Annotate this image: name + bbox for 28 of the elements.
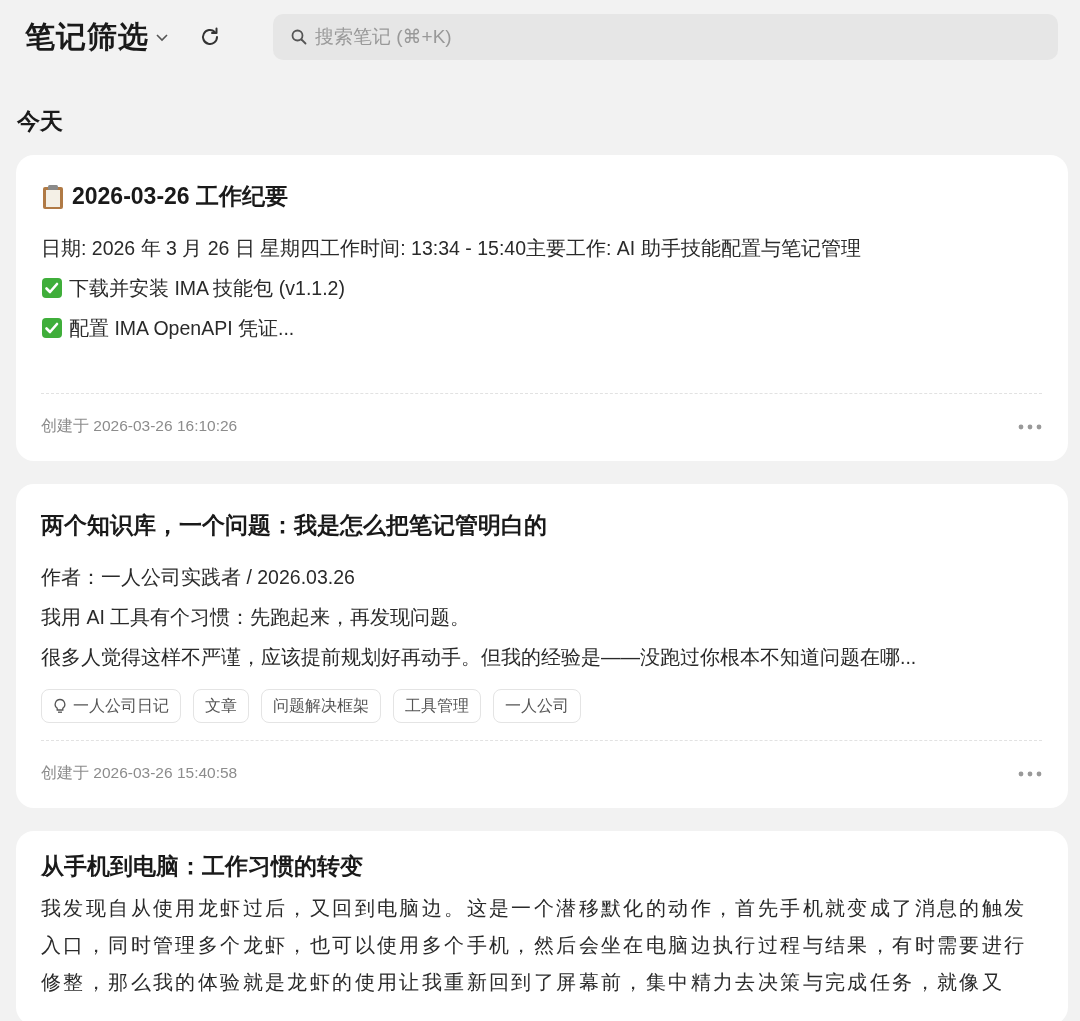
- refresh-icon[interactable]: [199, 26, 221, 48]
- section-heading: 今天: [17, 107, 64, 136]
- check-icon: [41, 277, 63, 299]
- tag-chip[interactable]: 问题解决框架: [261, 689, 381, 723]
- tag-chip[interactable]: 一人公司: [493, 689, 581, 723]
- note-line: 下载并安装 IMA 技能包 (v1.1.2): [69, 276, 345, 301]
- created-time: 创建于 2026-03-26 15:40:58: [41, 763, 238, 783]
- note-line: 我用 AI 工具有个习惯：先跑起来，再发现问题。: [41, 605, 471, 630]
- lightbulb-icon: [53, 698, 67, 714]
- note-line: 配置 IMA OpenAPI 凭证...: [69, 316, 295, 341]
- note-line: 日期: 2026 年 3 月 26 日 星期四工作时间: 13:34 - 15:40主要工作: AI 助手技能配置与笔记管理: [41, 236, 861, 261]
- created-time: 创建于 2026-03-26 16:10:26: [41, 416, 238, 436]
- note-title[interactable]: 两个知识库，一个问题：我是怎么把笔记管明白的: [41, 510, 547, 541]
- note-paragraph: 我发现自从使用龙虾过后，又回到电脑边。这是一个潜移默化的动作，首先手机就变成了消息的触发入口，同时管理多个龙虾，也可以使用多个手机，然后会坐在电脑边执行过程与结果，有时需要进行修整，那么我的体验就是龙虾的使用让我重新回到了屏幕前，集中精力去决策与完成任务，就像又: [41, 896, 1028, 995]
- tag-chip[interactable]: 一人公司日记: [41, 689, 181, 723]
- note-title[interactable]: 从手机到电脑：工作习惯的转变: [41, 851, 363, 882]
- note-line: 很多人觉得这样不严谨，应该提前规划好再动手。但我的经验是——没跑过你根本不知道问题在哪...: [41, 645, 917, 670]
- more-icon[interactable]: [1018, 770, 1042, 777]
- search-field[interactable]: 搜索笔记 (⌘+K): [273, 14, 1058, 60]
- check-icon: [41, 317, 63, 339]
- page-title[interactable]: 笔记筛选: [25, 16, 149, 58]
- note-title[interactable]: 2026-03-26 工作纪要: [72, 181, 289, 212]
- more-icon[interactable]: [1018, 423, 1042, 430]
- tag-chip[interactable]: 文章: [193, 689, 249, 723]
- note-line: 作者：一人公司实践者 / 2026.03.26: [41, 565, 355, 590]
- chevron-down-icon[interactable]: [155, 32, 169, 42]
- tag-chip[interactable]: 工具管理: [393, 689, 481, 723]
- clipboard-icon: [41, 183, 65, 210]
